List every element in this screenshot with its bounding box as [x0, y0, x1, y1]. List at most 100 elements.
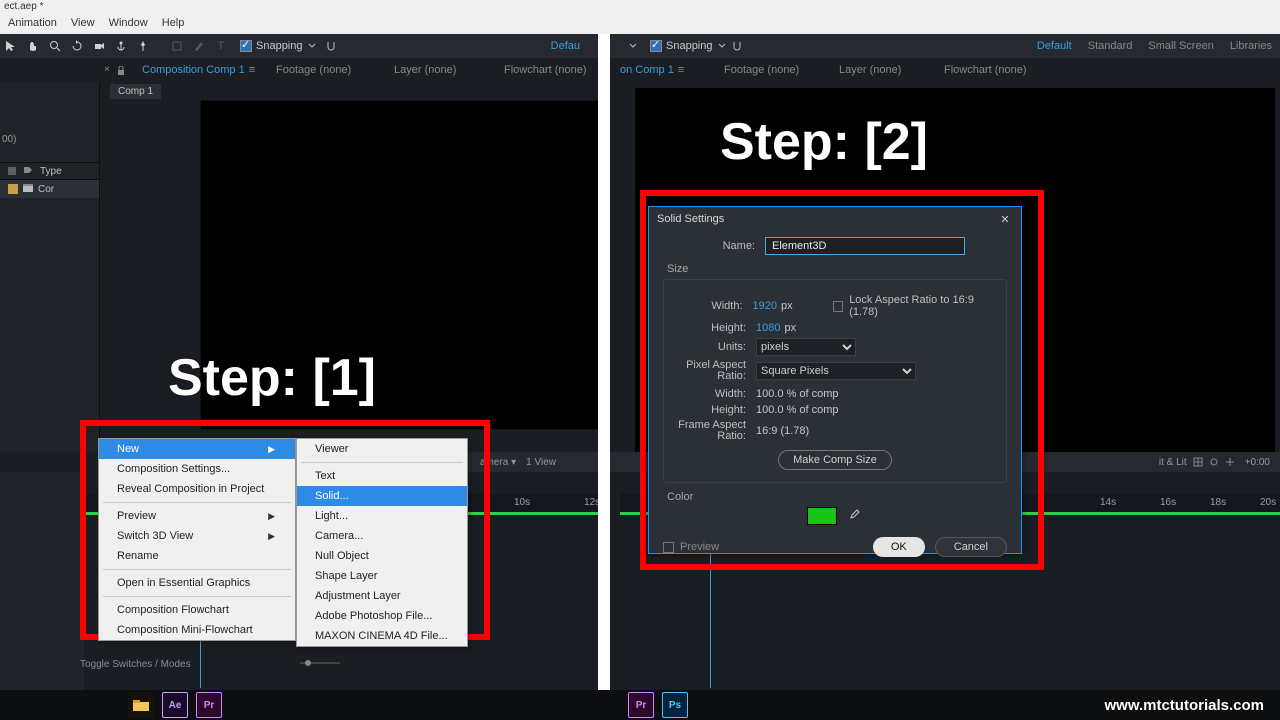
ctx-new-null[interactable]: Null Object [297, 546, 467, 566]
snapping-checkbox-icon[interactable] [240, 40, 252, 52]
taskbar-premiere-icon-r[interactable]: Pr [628, 692, 654, 718]
taskbar-explorer-icon[interactable] [128, 692, 154, 718]
snapping-checkbox-icon-r[interactable] [650, 40, 662, 52]
tab-flowchart[interactable]: Flowchart (none) [490, 58, 601, 82]
ctx-new-camera[interactable]: Camera... [297, 526, 467, 546]
snapping-toggle[interactable]: Snapping [240, 40, 337, 52]
lock-aspect-toggle[interactable]: Lock Aspect Ratio to 16:9 (1.78) [833, 294, 998, 318]
cancel-button[interactable]: Cancel [935, 537, 1007, 557]
dialog-close-button[interactable]: ✕ [997, 211, 1013, 227]
dialog-title: Solid Settings [657, 213, 724, 225]
project-item-row[interactable]: Cor [0, 180, 99, 198]
taskbar-photoshop-icon[interactable]: Ps [662, 692, 688, 718]
zoom-tool-icon[interactable] [44, 35, 66, 57]
context-menu: New▶ Composition Settings... Reveal Comp… [98, 438, 296, 641]
solid-name-input[interactable] [765, 237, 965, 255]
label-color-icon[interactable] [6, 165, 18, 177]
pen-tool-icon[interactable] [188, 35, 210, 57]
ctx-new-adjustment[interactable]: Adjustment Layer [297, 586, 467, 606]
info-width-value: 100.0 % of comp [756, 388, 839, 400]
comp-inner-tab[interactable]: Comp 1 [110, 84, 161, 99]
tab-layer-r[interactable]: Layer (none) [825, 58, 915, 82]
ctx-essential-graphics[interactable]: Open in Essential Graphics [99, 573, 295, 593]
eyedropper-icon[interactable] [847, 508, 863, 524]
taskbar: Ae Pr Pr Ps www.mtctutorials.com [0, 690, 1280, 720]
menu-animation[interactable]: Animation [8, 17, 57, 29]
mask-vis-icon[interactable] [1209, 457, 1219, 467]
step-1-label: Step: [1] [168, 348, 376, 408]
project-panel: Type Cor 00) [0, 82, 100, 452]
height-value[interactable]: 1080 [756, 322, 780, 334]
col-type[interactable]: Type [34, 166, 68, 177]
size-group: Width: 1920 px Lock Aspect Ratio to 16:9… [663, 279, 1007, 483]
info-width-label: Width: [672, 388, 756, 400]
ctx-new-text[interactable]: Text [297, 466, 467, 486]
tab-footage[interactable]: Footage (none) [262, 58, 365, 82]
camera-tool-icon[interactable] [88, 35, 110, 57]
mask-tool-icon[interactable] [166, 35, 188, 57]
tab-layer[interactable]: Layer (none) [380, 58, 470, 82]
menu-help[interactable]: Help [162, 17, 185, 29]
ctx-new-photoshop[interactable]: Adobe Photoshop File... [297, 606, 467, 626]
lock-checkbox-icon[interactable] [833, 301, 844, 312]
step-2-label: Step: [2] [720, 112, 928, 172]
color-swatch[interactable] [807, 507, 837, 525]
ctx-new-c4d[interactable]: MAXON CINEMA 4D File... [297, 626, 467, 646]
ctx-comp-flowchart[interactable]: Composition Flowchart [99, 600, 295, 620]
menu-window[interactable]: Window [109, 17, 148, 29]
ctx-new-shape[interactable]: Shape Layer [297, 566, 467, 586]
workspace-standard[interactable]: Standard [1088, 40, 1133, 52]
units-select[interactable]: pixels [756, 338, 856, 356]
ctx-comp-settings[interactable]: Composition Settings... [99, 459, 295, 479]
preview-toggle[interactable]: Preview [663, 541, 719, 553]
ctx-preview[interactable]: Preview▶ [99, 506, 295, 526]
main-menu-bar: Animation View Window Help [0, 12, 1280, 34]
snapping-toggle-right[interactable]: Snapping [628, 40, 743, 52]
workspace-small-screen[interactable]: Small Screen [1148, 40, 1213, 52]
toggle-switches-modes[interactable]: Toggle Switches / Modes [80, 659, 191, 670]
ok-button[interactable]: OK [873, 537, 925, 557]
workspace-default[interactable]: Default [1037, 40, 1072, 52]
snap-option-icon[interactable] [307, 41, 317, 51]
pin-tool-icon[interactable] [132, 35, 154, 57]
tab-composition[interactable]: Composition Comp 1≡ [128, 58, 269, 82]
workspace-default-trunc[interactable]: Defau [551, 40, 580, 52]
taskbar-after-effects-icon[interactable]: Ae [162, 692, 188, 718]
tab-on-comp[interactable]: on Comp 1≡ [600, 58, 698, 82]
par-label: Pixel Aspect Ratio: [672, 360, 756, 382]
view-count-dropdown[interactable]: 1 View [526, 457, 556, 468]
text-tool-icon[interactable]: T [210, 35, 232, 57]
selection-tool-icon[interactable] [0, 35, 22, 57]
snap-magnet-icon[interactable] [325, 40, 337, 52]
far-label: Frame Aspect Ratio: [672, 420, 756, 442]
timeline-zoom-slider[interactable] [300, 658, 340, 668]
context-submenu-new: Viewer Text Solid... Light... Camera... … [296, 438, 468, 647]
ctx-rename[interactable]: Rename [99, 546, 295, 566]
ctx-switch-3d[interactable]: Switch 3D View▶ [99, 526, 295, 546]
tab-footage-r[interactable]: Footage (none) [710, 58, 813, 82]
ctx-new-solid[interactable]: Solid... [297, 486, 467, 506]
make-comp-size-button[interactable]: Make Comp Size [778, 450, 892, 470]
taskbar-premiere-icon[interactable]: Pr [196, 692, 222, 718]
timecode-offset: +0:00 [1245, 457, 1270, 468]
width-value[interactable]: 1920 [753, 300, 777, 312]
lit-indicator[interactable]: it & Lit [1159, 457, 1187, 468]
ctx-reveal[interactable]: Reveal Composition in Project [99, 479, 295, 499]
rotate-tool-icon[interactable] [66, 35, 88, 57]
menu-view[interactable]: View [71, 17, 95, 29]
grid-icon[interactable] [1193, 457, 1203, 467]
ctx-new-viewer[interactable]: Viewer [297, 439, 467, 459]
preview-checkbox-icon[interactable] [663, 542, 674, 553]
guide-icon[interactable] [1225, 457, 1235, 467]
par-select[interactable]: Square Pixels [756, 362, 916, 380]
tag-icon[interactable] [22, 165, 34, 177]
ctx-new[interactable]: New▶ [99, 439, 295, 459]
workspace-libraries[interactable]: Libraries [1230, 40, 1272, 52]
ctx-new-light[interactable]: Light... [297, 506, 467, 526]
tab-flowchart-r[interactable]: Flowchart (none) [930, 58, 1041, 82]
hand-tool-icon[interactable] [22, 35, 44, 57]
watermark: www.mtctutorials.com [1105, 697, 1264, 714]
lock-icon[interactable] [116, 66, 126, 76]
ctx-mini-flowchart[interactable]: Composition Mini-Flowchart [99, 620, 295, 640]
anchor-tool-icon[interactable] [110, 35, 132, 57]
